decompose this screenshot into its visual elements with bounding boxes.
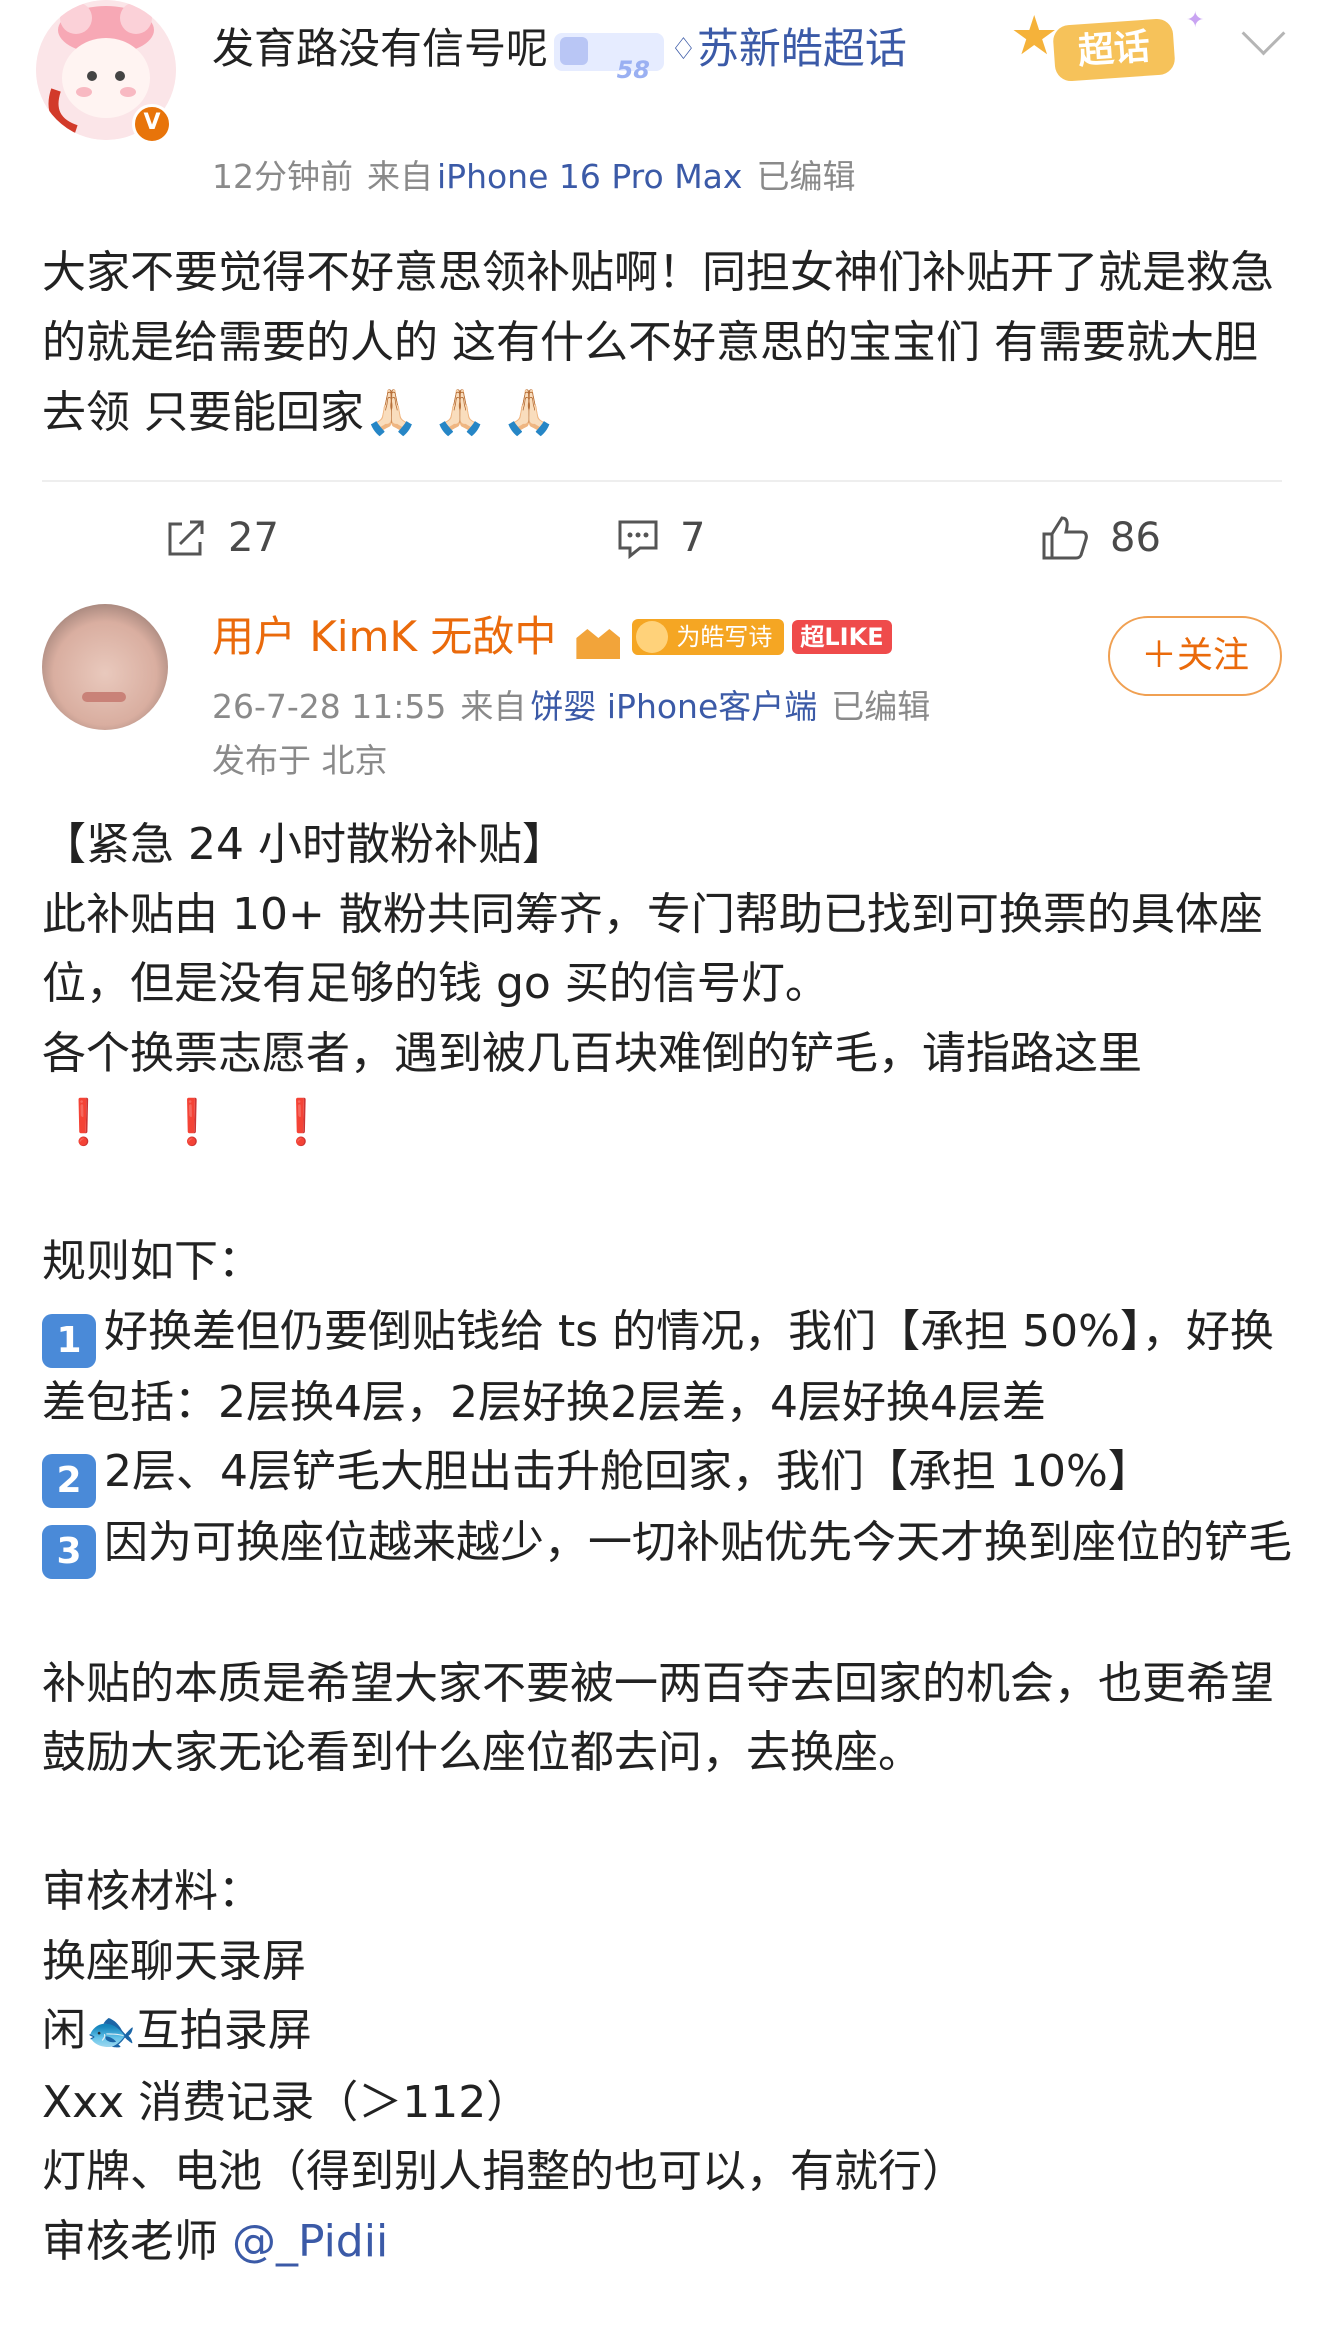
post-text: 大家不要觉得不好意思领补贴啊！同担女神们补贴开了就是救急的就是给需要的人的 这有… — [42, 247, 1274, 438]
share-button[interactable]: 27 — [164, 508, 279, 568]
keycap-3-icon: 3 — [42, 1525, 96, 1579]
keycap-1-icon: 1 — [42, 1313, 96, 1368]
rule-item: 3 因为可换座位越来越少，一切补贴优先今天才换到座位的铲毛 — [42, 1508, 1292, 1579]
rule-text: 因为可换座位越来越少，一切补贴优先今天才换到座位的铲毛 — [104, 1517, 1292, 1568]
post-meta: 26-7-28 11:55 来自 饼婴 iPhone客户端 已编辑 — [212, 680, 944, 728]
follow-button[interactable]: ＋关注 — [1108, 616, 1282, 696]
rule-text: 好换差但仍要倒贴钱给 ts 的情况，我们【承担 50%】，好换差包括：2层换4层… — [42, 1305, 1274, 1428]
username[interactable]: 用户 KimK 无敌中 — [212, 604, 556, 670]
super-topic-label: 超话 — [1052, 17, 1176, 83]
verified-icon: V — [132, 104, 172, 144]
share-count: 27 — [228, 515, 279, 561]
rule-item: 2 2层、4层铲毛大胆出击升舱回家，我们【承担 10%】 — [42, 1437, 1292, 1508]
comment-icon — [618, 520, 658, 560]
post-line: 审核老师 @_Pidii — [42, 2207, 1292, 2277]
post-location: 发布于 北京 — [212, 741, 388, 780]
thumbs-up-icon — [1042, 516, 1088, 560]
mention-link[interactable]: @_Pidii — [232, 2216, 388, 2267]
review-text: 审核老师 — [42, 2215, 218, 2267]
crown-icon — [570, 613, 624, 661]
post-line: 审核材料： — [42, 1866, 262, 1917]
post-header: 发育路没有信号呢 58 ♢苏新皓超话 — [212, 16, 992, 84]
post-line: 灯牌、电池（得到别人捐整的也可以，有就行） — [42, 2146, 966, 2197]
exclamation-icon: ❗ — [273, 1097, 329, 1148]
post-line: 补贴的本质是希望大家不要被一两百夺去回家的机会，也更希望鼓励大家无论看到什么座位… — [42, 1657, 1274, 1779]
super-like-badge: 超LIKE — [792, 620, 892, 654]
avatar[interactable] — [42, 604, 168, 730]
post-line: 换座聊天录屏 — [42, 1935, 306, 1987]
review-text: 互拍录屏 — [135, 2005, 312, 2056]
share-icon — [168, 520, 204, 556]
post-line: 【紧急 24 小时散粉补贴】 — [42, 819, 566, 870]
review-text: 闲 — [42, 2005, 86, 2056]
exclamation-icon: ❗ — [164, 1097, 220, 1148]
like-count: 86 — [1110, 515, 1161, 561]
divider — [42, 480, 1282, 482]
edited-label: 已编辑 — [831, 687, 931, 726]
rule-text: 2层、4层铲毛大胆出击升舱回家，我们【承担 10%】 — [104, 1446, 1152, 1497]
level-badge: 58 — [554, 32, 665, 84]
comment-count: 7 — [680, 515, 706, 561]
post-time: 26-7-28 11:55 — [212, 687, 447, 726]
fan-badge[interactable]: 为皓写诗 — [632, 619, 785, 655]
edited-label: 已编辑 — [756, 157, 856, 196]
device-link[interactable]: 饼婴 iPhone客户端 — [530, 687, 817, 726]
device-link[interactable]: iPhone 16 Pro Max — [437, 157, 742, 196]
post-time: 12分钟前 — [212, 157, 353, 196]
post-text: 【紧急 24 小时散粉补贴】 此补贴由 10+ 散粉共同筹齐，专门帮助已找到可换… — [42, 810, 1292, 2276]
post-line: 此补贴由 10+ 散粉共同筹齐，专门帮助已找到可换票的具体座位，但是没有足够的钱… — [42, 888, 1263, 1010]
fan-badge-icon — [636, 621, 669, 653]
super-topic-badge[interactable]: ★ 超话 ✦ — [1010, 4, 1210, 94]
sparkle-icon: ✦ — [1186, 8, 1205, 33]
chevron-down-icon[interactable] — [1241, 11, 1286, 56]
fan-badge-label: 为皓写诗 — [676, 623, 773, 651]
post-line: 闲🐟互拍录屏 — [42, 1996, 1292, 2068]
comment-button[interactable]: 7 — [616, 508, 705, 568]
level-number: 58 — [616, 55, 651, 84]
avatar-detail — [82, 692, 126, 702]
username[interactable]: 发育路没有信号呢 — [212, 24, 548, 73]
post-meta: 12分钟前 来自 iPhone 16 Pro Max 已编辑 — [212, 150, 869, 198]
like-button[interactable]: 86 — [1040, 508, 1161, 568]
source-prefix: 来自 — [367, 157, 433, 196]
post-line: 规则如下： — [42, 1236, 262, 1287]
post-line: Xxx 消费记录（＞112） — [42, 2076, 531, 2128]
rule-item: 1 好换差但仍要倒贴钱给 ts 的情况，我们【承担 50%】，好换差包括：2层换4… — [42, 1297, 1292, 1438]
post-line: 各个换票志愿者，遇到被几百块难倒的铲毛，请指路这里 — [42, 1027, 1142, 1079]
exclamation-row: ❗ ❗ ❗ — [42, 1088, 1292, 1158]
exclamation-icon: ❗ — [56, 1097, 111, 1148]
source-prefix: 来自 — [460, 687, 527, 726]
star-icon: ★ — [1010, 4, 1059, 67]
topic-link[interactable]: 苏新皓超话 — [697, 24, 907, 73]
level-icon — [560, 36, 589, 65]
fish-icon: 🐟 — [86, 2009, 136, 2055]
weibo-feed: V 发育路没有信号呢 58 ♢苏新皓超话 ★ 超话 ✦ 12分钟前 来自 iPhone … — [0, 0, 1320, 2336]
post-header: 用户 KimK 无敌中 为皓写诗 超LIKE — [212, 604, 892, 670]
diamond-icon: ♢ — [670, 32, 697, 67]
keycap-2-icon: 2 — [42, 1454, 96, 1508]
